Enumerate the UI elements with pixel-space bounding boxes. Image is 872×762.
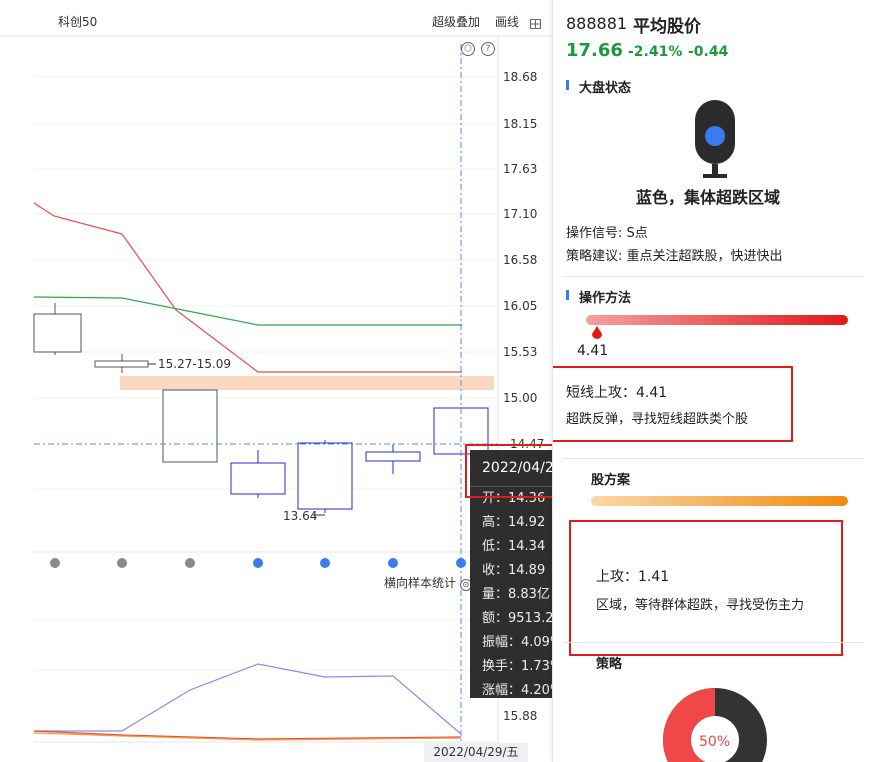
candle-5 (297, 440, 353, 513)
tooltip-row: 收：14.89 (482, 563, 546, 578)
signal-dot (456, 558, 466, 568)
candle-2 (94, 354, 149, 373)
status-light-icon (695, 100, 735, 178)
market-state-title: 大盘状态 (579, 81, 632, 96)
settings-icon[interactable]: ⬡ (461, 42, 475, 56)
donut-percentage: 50% (699, 734, 731, 750)
ma-red-line (33, 202, 462, 373)
signal-dot (50, 558, 60, 568)
plan-gauge-bar (591, 496, 848, 506)
crosshair-date-label: 2022/04/29/五 (424, 743, 528, 762)
highlight-box (465, 444, 552, 498)
candle-3 (162, 389, 218, 463)
grid-layout-icon[interactable] (530, 14, 541, 29)
ma-green-line (33, 296, 462, 326)
tooltip-row: 涨幅：4.20% (482, 683, 552, 698)
candle-4 (230, 450, 286, 498)
change-percent: -2.41% (628, 44, 683, 60)
section-divider (563, 458, 863, 459)
low-annotation: 13.64 (283, 509, 318, 523)
horizontal-stats-label[interactable]: 横向样本统计 (384, 576, 456, 590)
super-overlay-button[interactable]: 超级叠加 (432, 13, 480, 30)
market-state-panel: 888881 平均股价 17.66 -2.41% -0.44 大盘状态 蓝色，集… (552, 0, 872, 762)
highlight-box (553, 366, 793, 442)
stock-code: 888881 (566, 14, 628, 33)
tooltip-row: 振幅：4.09% (482, 635, 552, 650)
price-label: 17.63 (503, 162, 538, 176)
advice-text: 策略建议: 重点关注超跌股，快进快出 (566, 249, 783, 264)
price-label: 18.15 (503, 117, 538, 131)
tooltip-row: 额：9513.22亿 (482, 611, 552, 626)
range-annotation: 15.27-15.09 (158, 357, 232, 371)
price-label: 17.10 (503, 207, 538, 221)
signal-dot (185, 558, 195, 568)
lower-price-label: 15.88 (503, 709, 538, 723)
signal-dot (320, 558, 330, 568)
price-label: 16.58 (503, 253, 538, 267)
price-label: 16.05 (503, 299, 538, 313)
method-gauge-bar (586, 315, 848, 325)
method-title: 操作方法 (579, 291, 632, 306)
signal-text: 操作信号: S点 (566, 226, 648, 241)
signal-dot (388, 558, 398, 568)
gauge-value: 4.41 (577, 343, 609, 359)
horizontal-stats-link[interactable]: 横向样本统计 ⊙ (384, 574, 472, 591)
plan-title: 股方案 (591, 473, 631, 488)
tooltip-row: 低：14.34 (482, 539, 546, 554)
candle-6 (365, 444, 421, 474)
price-label: 15.00 (503, 391, 538, 405)
strategy-title: 策略 (596, 657, 623, 672)
section-marker (566, 80, 569, 90)
price-label: 15.53 (503, 345, 538, 359)
section-marker (566, 290, 569, 300)
indicator-purple-line (34, 663, 462, 735)
tooltip-row: 高：14.92 (482, 515, 546, 530)
draw-line-button[interactable]: 画线 (495, 13, 519, 30)
index-name[interactable]: 科创50 (58, 13, 97, 30)
signal-dot (117, 558, 127, 568)
kline-chart-area[interactable]: 科创50 超级叠加 画线 ⬡ ? 18.68 18.15 17.63 17.10… (0, 0, 552, 762)
section-divider (563, 642, 863, 643)
state-text: 蓝色，集体超跌区域 (636, 188, 781, 207)
stock-name: 平均股价 (633, 17, 701, 37)
highlight-box (569, 520, 843, 656)
support-band (120, 376, 494, 390)
donut-chart (663, 688, 767, 762)
help-icon[interactable]: ? (481, 42, 495, 56)
price-label: 18.68 (503, 70, 538, 84)
section-divider (563, 276, 863, 277)
signal-dot (253, 558, 263, 568)
current-price: 17.66 (566, 40, 623, 61)
candle-1 (33, 303, 82, 355)
gauge-pointer-icon (592, 326, 602, 339)
tooltip-row: 量：8.83亿 (482, 587, 550, 602)
change-value: -0.44 (688, 44, 729, 60)
tooltip-row: 换手：1.73% (482, 659, 552, 674)
